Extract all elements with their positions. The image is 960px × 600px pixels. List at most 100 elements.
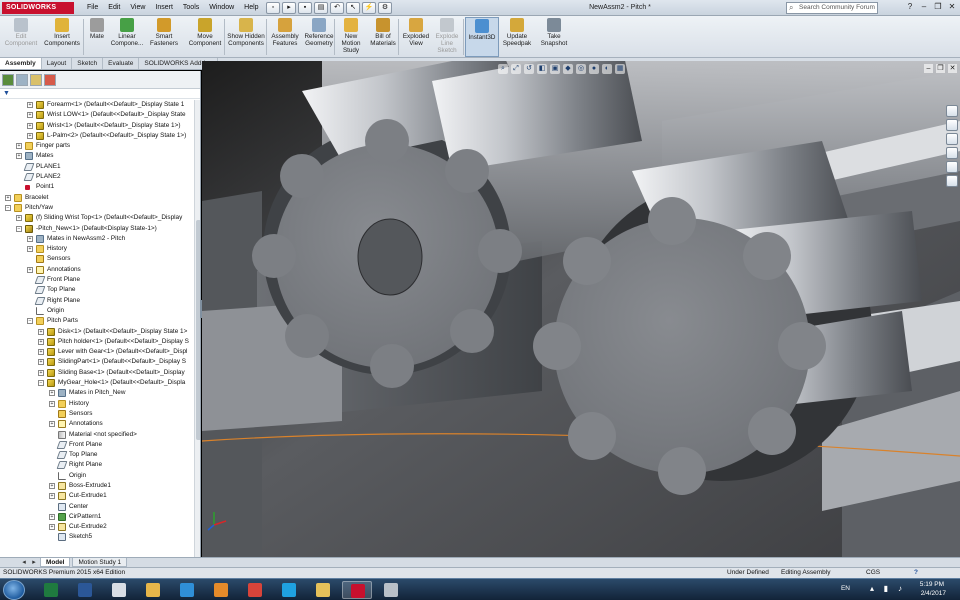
reference-geometry-button[interactable]: Reference Geometry [302, 17, 336, 57]
tree-node[interactable]: + Mates [0, 151, 194, 161]
tree-node[interactable]: − Pitch Parts [0, 316, 194, 326]
viewport-minimize-icon[interactable]: – [924, 64, 933, 73]
mate-button[interactable]: Mate [84, 17, 110, 57]
move-component-button[interactable]: Move Component [185, 17, 225, 57]
view-orientation-icon[interactable]: ▣ [550, 64, 560, 74]
tree-node[interactable]: + Annotations [0, 265, 194, 275]
help-icon[interactable]: ? [904, 1, 916, 13]
smart-fasteners-button[interactable]: Smart Fasteners [145, 17, 183, 57]
assembly-features-button[interactable]: Assembly Features [268, 17, 302, 57]
taskbar-app-button[interactable] [36, 581, 66, 599]
tree-node[interactable]: Top Plane [0, 285, 194, 295]
rebuild-icon[interactable]: ⚡ [362, 2, 376, 14]
appearance-icon[interactable]: ● [589, 64, 599, 74]
taskbar-app-button[interactable] [138, 581, 168, 599]
taskbar-app-button[interactable] [70, 581, 100, 599]
bottom-tab-motion-study-1[interactable]: Motion Study 1 [72, 558, 128, 567]
open-document-icon[interactable]: ▸ [282, 2, 296, 14]
tree-node[interactable]: Origin [0, 471, 194, 481]
taskbar-app-button[interactable] [172, 581, 202, 599]
expand-icon[interactable]: + [38, 359, 44, 366]
tree-node[interactable]: Sensors [0, 254, 194, 264]
file-explorer-pane-icon[interactable] [946, 133, 958, 145]
zoom-area-icon[interactable]: ⤢ [511, 64, 521, 74]
custom-properties-icon[interactable] [946, 175, 958, 187]
expand-icon[interactable]: + [27, 266, 33, 273]
display-manager-tab-icon[interactable] [44, 73, 56, 86]
tree-node[interactable]: Point1 [0, 182, 194, 192]
tree-node[interactable]: + Mates in NewAssm2 - Pitch [0, 234, 194, 244]
tree-node[interactable]: + Lever with Gear<1> (Default<<Default>_D… [0, 347, 194, 357]
taskbar-app-button[interactable] [376, 581, 406, 599]
tree-node[interactable]: + Boss-Extrude1 [0, 481, 194, 491]
select-icon[interactable]: ↖ [346, 2, 360, 14]
expand-icon[interactable]: + [27, 246, 33, 253]
menu-item-insert[interactable]: Insert [150, 0, 178, 16]
tree-filter-icon[interactable]: ▼ [0, 89, 200, 99]
expand-icon[interactable]: + [27, 122, 33, 129]
expand-icon[interactable]: + [27, 102, 33, 108]
view-palette-icon[interactable] [946, 147, 958, 159]
section-view-icon[interactable]: ◧ [537, 64, 547, 74]
expand-icon[interactable]: + [38, 328, 44, 335]
tree-node[interactable]: Center [0, 502, 194, 512]
graphics-area[interactable]: ⌕ ⤢ ↺ ◧ ▣ ◆ ◎ ● ◐ ▦ – ❐ ✕ [202, 61, 960, 557]
collapse-icon[interactable]: − [5, 204, 11, 211]
minimize-icon[interactable]: – [918, 1, 930, 13]
tree-node[interactable]: + Finger parts [0, 141, 194, 151]
taskbar-app-button[interactable] [240, 581, 270, 599]
edit-component-button[interactable]: Edit Component [2, 17, 40, 57]
expand-icon[interactable]: + [27, 112, 33, 119]
tree-node[interactable]: + Annotations [0, 419, 194, 429]
units-selector[interactable]: CGS [866, 568, 880, 578]
expand-icon[interactable]: + [49, 524, 55, 531]
volume-icon[interactable]: ♪ [898, 584, 902, 593]
tree-node[interactable]: + Wrist LOW<1> (Default<<Default>_Display… [0, 110, 194, 120]
tab-assembly[interactable]: Assembly [0, 58, 42, 69]
taskbar-app-button[interactable] [206, 581, 236, 599]
tree-node[interactable]: Sketch5 [0, 532, 194, 542]
tab-layout[interactable]: Layout [42, 58, 73, 69]
expand-icon[interactable]: + [16, 215, 22, 222]
taskbar-app-button[interactable] [308, 581, 338, 599]
tab-sketch[interactable]: Sketch [72, 58, 104, 69]
status-help-icon[interactable]: ? [914, 568, 918, 578]
start-button[interactable] [3, 580, 25, 600]
update-speedpak-button[interactable]: Update Speedpak [500, 17, 534, 57]
tree-node[interactable]: − Pitch/Yaw [0, 203, 194, 213]
taskbar-app-button[interactable] [104, 581, 134, 599]
tree-node[interactable]: + Pitch holder<1> (Default<<Default>_Disp… [0, 337, 194, 347]
tree-node[interactable]: Top Plane [0, 450, 194, 460]
menu-item-file[interactable]: File [82, 0, 103, 16]
tree-node[interactable]: + Cut-Extrude2 [0, 522, 194, 532]
tree-node[interactable]: PLANE2 [0, 172, 194, 182]
appearances-icon[interactable] [946, 161, 958, 173]
tree-node[interactable]: + CirPattern1 [0, 512, 194, 522]
property-manager-tab-icon[interactable] [16, 73, 28, 86]
feature-tree-tab-icon[interactable] [2, 73, 14, 86]
expand-icon[interactable]: + [27, 235, 33, 242]
tree-node[interactable]: + Forearm<1> (Default<<Default>_Display S… [0, 100, 194, 110]
menu-item-help[interactable]: Help [239, 0, 263, 16]
configuration-manager-tab-icon[interactable] [30, 73, 42, 86]
explode-line-sketch-button[interactable]: Explode Line Sketch [432, 17, 462, 57]
tree-node[interactable]: + Wrist<1> (Default<<Default>_Display Sta… [0, 121, 194, 131]
bottom-tab-model[interactable]: Model [40, 558, 71, 567]
zoom-to-fit-icon[interactable]: ⌕ [498, 64, 508, 74]
collapse-icon[interactable]: − [38, 380, 44, 387]
expand-icon[interactable]: + [49, 421, 55, 428]
tree-node[interactable]: + L-Palm<2> (Default<<Default>_Display St… [0, 131, 194, 141]
tree-node[interactable]: + Bracelet [0, 193, 194, 203]
tree-node[interactable]: Front Plane [0, 275, 194, 285]
tree-node[interactable]: + History [0, 399, 194, 409]
tree-node[interactable]: + (f) Sliding Wrist Top<1> (Default<<Defa… [0, 213, 194, 223]
expand-icon[interactable]: + [49, 482, 55, 489]
taskbar-app-button[interactable] [274, 581, 304, 599]
expand-icon[interactable]: + [16, 153, 22, 160]
tree-node[interactable]: − MyGear_Hole<1> (Default<<Default>_Displ… [0, 378, 194, 388]
expand-icon[interactable]: + [38, 349, 44, 356]
clock-time[interactable]: 5:19 PM [920, 581, 944, 588]
tree-node[interactable]: Origin [0, 306, 194, 316]
search-input[interactable]: ⌕ Search Community Forum [786, 2, 878, 14]
viewport-close-icon[interactable]: ✕ [948, 64, 957, 73]
